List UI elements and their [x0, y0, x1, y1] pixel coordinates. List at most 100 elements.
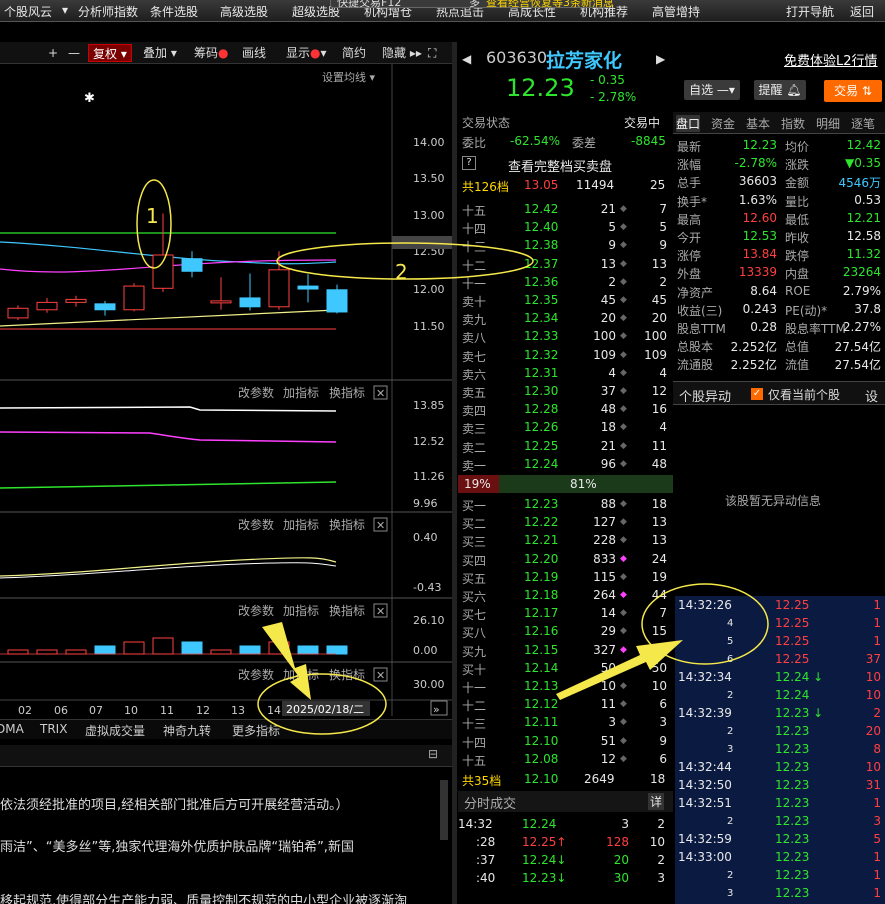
ob-row[interactable]: 买十 12.14 50 ◆ 50	[458, 659, 673, 677]
ob-row[interactable]: 十一 12.36 2 ◆ 2	[458, 273, 673, 291]
panel-add-indicator-button[interactable]: 加指标	[283, 385, 319, 400]
ob-row[interactable]: 买五 12.19 115 ◆ 19	[458, 568, 673, 586]
full-book-link[interactable]: 查看完整档买卖盘	[508, 156, 612, 175]
ob-row[interactable]: 卖十 12.35 45 ◆ 45	[458, 291, 673, 309]
tick-detail-button[interactable]: 详	[648, 793, 665, 810]
ob-row[interactable]: 买七 12.17 14 ◆ 7	[458, 604, 673, 622]
nav-item-2[interactable]: 条件选股	[150, 3, 198, 20]
nav-item-0[interactable]: 个股风云	[4, 3, 52, 20]
nav-open-guide[interactable]: 打开导航	[786, 3, 834, 20]
candle-body[interactable]	[7, 307, 29, 319]
panel-close-icon[interactable]: ✕	[376, 387, 385, 400]
ob-row[interactable]: 十二 12.37 13 ◆ 13	[458, 255, 673, 273]
indicator-tab-1[interactable]: TRIX	[40, 722, 67, 736]
ob-row[interactable]: 卖一 12.24 96 ◆ 48	[458, 455, 673, 473]
candle-body[interactable]	[239, 297, 261, 308]
ob-row[interactable]: 卖四 12.28 48 ◆ 16	[458, 400, 673, 418]
ob-row[interactable]: 卖六 12.31 4 ◆ 4	[458, 364, 673, 382]
ob-row[interactable]: 买九 12.15 327 ◆ 2	[458, 641, 673, 659]
panel-param-button[interactable]: 改参数	[238, 385, 274, 400]
ob-row[interactable]: 卖五 12.30 37 ◆ 12	[458, 382, 673, 400]
kline-chart[interactable]: 设置均线 ▾✱14.0013.5013.0012.5412.5012.0011.…	[0, 64, 452, 744]
ob-row[interactable]: 十四 12.40 5 ◆ 5	[458, 218, 673, 236]
candle-body[interactable]	[181, 258, 203, 272]
panel-param-button[interactable]: 改参数	[238, 603, 274, 618]
xianshi-button[interactable]: 显示●▾	[286, 44, 327, 62]
ob-row[interactable]: 买二 12.22 127 ◆ 13	[458, 513, 673, 531]
panel-add-indicator-button[interactable]: 加指标	[283, 603, 319, 618]
indicator-tab-3[interactable]: 神奇九转	[163, 722, 211, 739]
ob-row[interactable]: 卖七 12.32 109 ◆ 109	[458, 346, 673, 364]
panel-switch-indicator-button[interactable]: 换指标	[329, 667, 365, 682]
info-scrollbar[interactable]	[440, 780, 448, 840]
ob-row[interactable]: 十三 12.11 3 ◆ 3	[458, 713, 673, 731]
stats-tab-1[interactable]: 资金	[711, 115, 735, 132]
nav-item-1[interactable]: 分析师指数	[78, 3, 138, 20]
trade-button[interactable]: 交易 ⇅	[824, 80, 882, 102]
panel-add-indicator-button[interactable]: 加指标	[283, 517, 319, 532]
panel-close-icon[interactable]: ✕	[376, 669, 385, 682]
ob-row[interactable]: 十三 12.38 9 ◆ 9	[458, 236, 673, 254]
fullscreen-icon[interactable]: ⛶	[428, 44, 436, 62]
nav-back[interactable]: 返回	[850, 3, 874, 20]
candle-body[interactable]	[152, 254, 174, 289]
l2-link[interactable]: 免费体验L2行情	[784, 50, 878, 69]
abnormal-checkbox[interactable]: ✓	[751, 388, 763, 400]
candle-body[interactable]	[65, 298, 87, 303]
quick-trade-link[interactable]: 快捷交易F12	[337, 0, 401, 10]
stats-tab-4[interactable]: 明细	[816, 115, 840, 132]
indicator-tab-4[interactable]: 更多指标	[232, 722, 280, 739]
ob-row[interactable]: 十五 12.42 21 ◆ 7	[458, 200, 673, 218]
notice-text[interactable]: 查看经营恢复等3条新消息	[486, 0, 614, 10]
ob-row[interactable]: 买四 12.20 833 ◆ 24	[458, 550, 673, 568]
panel-param-button[interactable]: 改参数	[238, 667, 274, 682]
ob-row[interactable]: 买一 12.23 88 ◆ 18	[458, 495, 673, 513]
nav-item-3[interactable]: 高级选股	[220, 3, 268, 20]
panel-add-indicator-button[interactable]: 加指标	[283, 667, 319, 682]
indicator-tab-2[interactable]: 虚拟成交量	[85, 722, 145, 739]
zoom-out-button[interactable]: —	[68, 44, 80, 62]
fuquan-button[interactable]: 复权 ▾	[88, 44, 132, 62]
nav-item-9[interactable]: 高管增持	[652, 3, 700, 20]
scroll-right-double-icon[interactable]: »	[433, 703, 440, 716]
help-icon[interactable]: ?	[462, 156, 476, 170]
candle-body[interactable]	[123, 285, 145, 311]
stats-tab-0[interactable]: 盘口	[676, 115, 701, 132]
tixing-button[interactable]: 提醒 🔔︎	[754, 80, 806, 100]
candle-body[interactable]	[94, 303, 116, 311]
zoom-in-button[interactable]: +	[48, 44, 58, 62]
panel-param-button[interactable]: 改参数	[238, 517, 274, 532]
ob-row[interactable]: 卖八 12.33 100 ◆ 100	[458, 327, 673, 345]
panel-divider[interactable]	[452, 42, 457, 904]
ob-row[interactable]: 买八 12.16 29 ◆ 15	[458, 622, 673, 640]
trade-detail-list[interactable]: 14:32:26 12.25 1 4 12.25 1 5 12.25 1 6 12.25 37 14:3…	[675, 596, 885, 904]
ob-row[interactable]: 卖二 12.25 21 ◆ 11	[458, 437, 673, 455]
abnormal-settings[interactable]: 设	[865, 386, 878, 405]
ob-row[interactable]: 十一 12.13 10 ◆ 10	[458, 677, 673, 695]
info-panel-icon[interactable]: ⊟	[428, 747, 438, 761]
zixuan-button[interactable]: 自选 —▾	[684, 80, 740, 100]
candle-body[interactable]	[268, 269, 290, 308]
ob-row[interactable]: 十二 12.12 11 ◆ 6	[458, 695, 673, 713]
stats-tab-2[interactable]: 基本	[746, 115, 770, 132]
candle-body[interactable]	[326, 289, 348, 313]
panel-switch-indicator-button[interactable]: 换指标	[329, 385, 365, 400]
jianyue-button[interactable]: 简约	[342, 44, 366, 62]
abnormal-checkbox-label[interactable]: 仅看当前个股	[768, 386, 840, 403]
ob-row[interactable]: 买六 12.18 264 ◆ 44	[458, 586, 673, 604]
candle-body[interactable]	[210, 300, 232, 304]
huaxian-button[interactable]: 画线	[242, 44, 266, 62]
ob-row[interactable]: 买三 12.21 228 ◆ 13	[458, 531, 673, 549]
ob-row[interactable]: 十五 12.08 12 ◆ 6	[458, 750, 673, 768]
panel-close-icon[interactable]: ✕	[376, 605, 385, 618]
diejia-button[interactable]: 叠加 ▾	[143, 44, 177, 62]
abnormal-title[interactable]: 个股异动	[679, 386, 731, 405]
candle-body[interactable]	[297, 285, 319, 290]
stats-tab-5[interactable]: 逐笔	[851, 115, 875, 132]
ob-row[interactable]: 卖三 12.26 18 ◆ 4	[458, 418, 673, 436]
indicator-tab-0[interactable]: DMA	[0, 722, 24, 736]
panel-close-icon[interactable]: ✕	[376, 519, 385, 532]
ob-row[interactable]: 十四 12.10 51 ◆ 9	[458, 732, 673, 750]
panel-switch-indicator-button[interactable]: 换指标	[329, 603, 365, 618]
candle-body[interactable]	[36, 301, 58, 311]
